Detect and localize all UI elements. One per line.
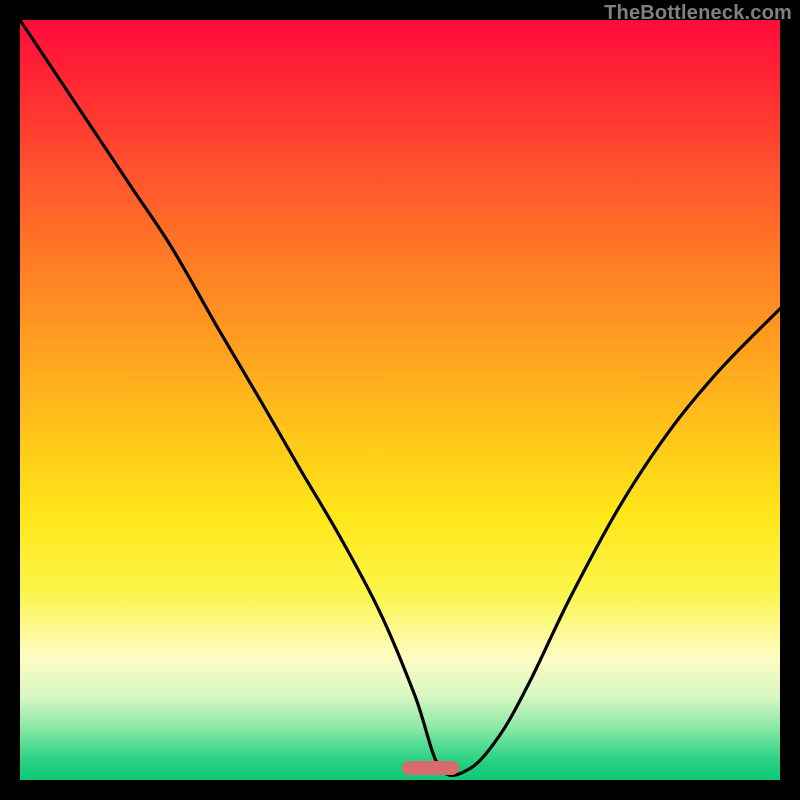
root-canvas: TheBottleneck.com — [0, 0, 800, 800]
optimal-range-marker — [402, 761, 460, 775]
watermark-text: TheBottleneck.com — [604, 2, 792, 25]
bottleneck-curve — [20, 20, 780, 780]
